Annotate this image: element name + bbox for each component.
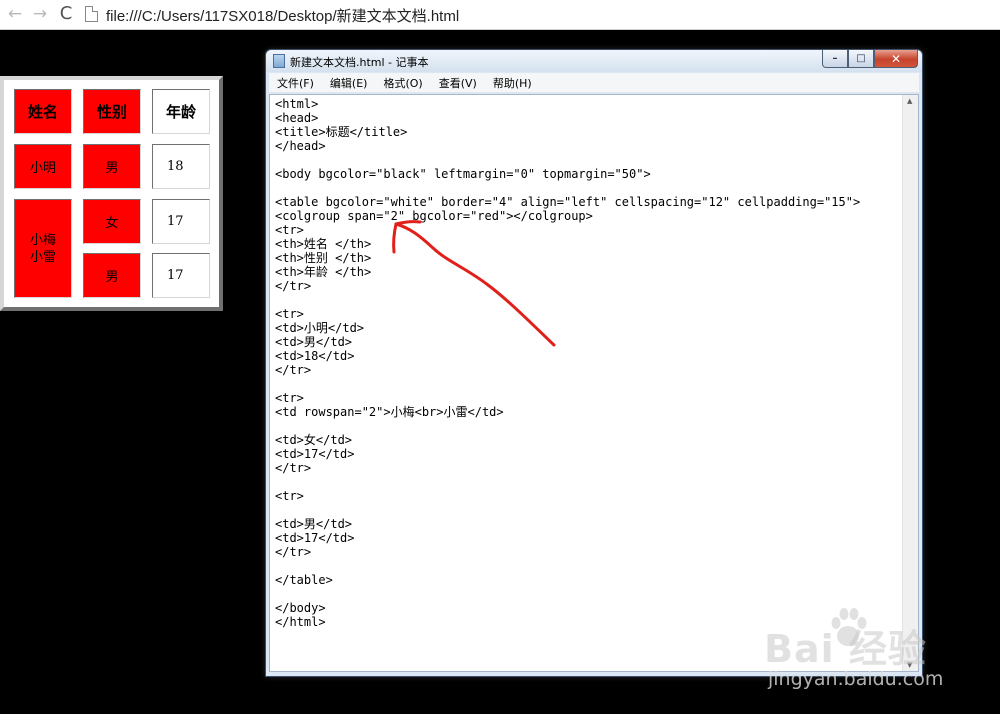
forward-arrow-icon[interactable]: →: [30, 4, 50, 24]
header-name-cell: 姓名: [14, 89, 72, 134]
header-age-cell: 年龄: [152, 89, 210, 134]
notepad-icon: [273, 54, 285, 68]
paw-icon: [831, 608, 867, 646]
text-editor[interactable]: <html> <head> <title>标题</title> </head> …: [269, 94, 919, 672]
menu-bar: 文件(F) 编辑(E) 格式(O) 查看(V) 帮助(H): [269, 73, 919, 93]
menu-edit[interactable]: 编辑(E): [322, 75, 376, 91]
cell-name-1: 小明: [14, 144, 72, 189]
header-gender-cell: 性别: [83, 89, 141, 134]
cell-merged-names: 小梅 小雷: [14, 199, 72, 298]
title-bar[interactable]: 新建文本文档.html - 记事本 – □ ✕: [266, 50, 922, 72]
back-arrow-icon[interactable]: ←: [5, 4, 25, 24]
cell-gender-2: 女: [83, 199, 141, 244]
window-title: 新建文本文档.html - 记事本: [290, 56, 429, 69]
maximize-button[interactable]: □: [848, 50, 874, 68]
merged-name-line-1: 小梅: [29, 232, 56, 248]
menu-view[interactable]: 查看(V): [431, 75, 485, 91]
window-controls: – □ ✕: [822, 50, 918, 68]
cell-age-3: 17: [152, 253, 210, 298]
notepad-window: 新建文本文档.html - 记事本 – □ ✕ 文件(F) 编辑(E) 格式(O…: [265, 49, 923, 677]
close-button[interactable]: ✕: [874, 50, 918, 68]
page-icon: [85, 6, 98, 22]
cell-age-1: 18: [152, 144, 210, 189]
html-source-text[interactable]: <html> <head> <title>标题</title> </head> …: [275, 97, 860, 629]
minimize-button[interactable]: –: [822, 50, 848, 68]
reload-icon[interactable]: C: [56, 4, 76, 24]
menu-format[interactable]: 格式(O): [375, 75, 430, 91]
address-bar[interactable]: file:///C:/Users/117SX018/Desktop/新建文本文档…: [106, 5, 459, 26]
rendered-table: 姓名 性别 年龄 小明 男 18 小梅 小雷 女 17 男 17: [0, 76, 223, 311]
vertical-scrollbar[interactable]: ▲ ▼: [902, 95, 918, 671]
menu-help[interactable]: 帮助(H): [485, 75, 540, 91]
browser-toolbar: ← → C file:///C:/Users/117SX018/Desktop/…: [0, 0, 1000, 30]
watermark-url: jingyan.baidu.com: [768, 668, 944, 690]
cell-age-2: 17: [152, 199, 210, 244]
cell-gender-1: 男: [83, 144, 141, 189]
cell-gender-3: 男: [83, 253, 141, 298]
scroll-up-icon[interactable]: ▲: [907, 97, 912, 105]
menu-file[interactable]: 文件(F): [269, 75, 322, 91]
merged-name-line-2: 小雷: [29, 249, 56, 265]
baidu-watermark: Bai 经验 jingyan.baidu.com: [764, 600, 964, 700]
